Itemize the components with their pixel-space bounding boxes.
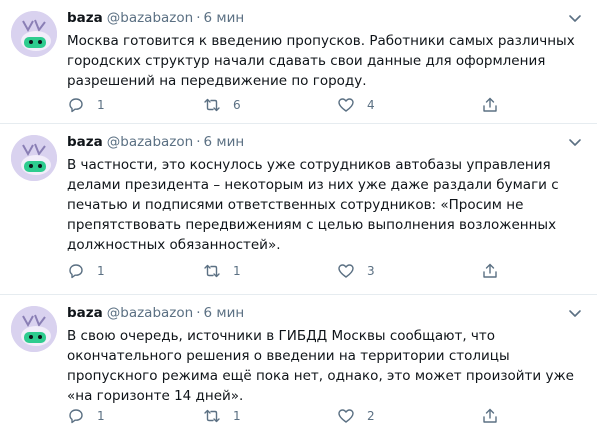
like-icon	[337, 262, 355, 280]
timestamp[interactable]: 6 мин	[204, 10, 245, 26]
reply-button[interactable]: 1	[67, 96, 105, 114]
display-name[interactable]: baza	[67, 10, 103, 26]
like-count: 4	[367, 98, 375, 112]
retweet-count: 1	[233, 409, 241, 423]
reply-icon	[67, 96, 85, 114]
avatar[interactable]	[11, 11, 57, 57]
reply-button[interactable]: 1	[67, 262, 105, 280]
like-button[interactable]: 3	[337, 262, 375, 280]
avatar-image	[11, 135, 57, 181]
retweet-icon	[203, 407, 221, 425]
like-count: 2	[367, 409, 375, 423]
retweet-button[interactable]: 6	[203, 96, 241, 114]
retweet-count: 6	[233, 98, 241, 112]
avatar[interactable]	[11, 306, 57, 352]
tweet[interactable]: baza @bazabazon · 6 мин В свою очередь, ист…	[0, 295, 597, 428]
like-icon	[337, 407, 355, 425]
tweet-feed: baza @bazabazon · 6 мин Москва готовится к …	[0, 0, 597, 428]
tweet-text: В свою очередь, источники в ГИБДД Москвы…	[67, 328, 574, 404]
more-icon[interactable]	[566, 9, 584, 27]
display-name[interactable]: baza	[67, 305, 103, 321]
share-button[interactable]	[481, 96, 499, 114]
reply-icon	[67, 407, 85, 425]
avatar[interactable]	[11, 135, 57, 181]
more-icon[interactable]	[566, 133, 584, 151]
timestamp[interactable]: 6 мин	[204, 134, 245, 150]
tweet-text: В частности, это коснулось уже сотрудник…	[67, 157, 559, 253]
tweet-header: baza @bazabazon · 6 мин	[67, 9, 244, 27]
avatar-image	[11, 11, 57, 57]
display-name[interactable]: baza	[67, 134, 103, 150]
share-icon	[481, 407, 499, 425]
reply-count: 1	[97, 98, 105, 112]
like-button[interactable]: 4	[337, 96, 375, 114]
user-handle[interactable]: @bazabazon	[107, 134, 193, 150]
like-button[interactable]: 2	[337, 407, 375, 425]
tweet[interactable]: baza @bazabazon · 6 мин В частности, это ко…	[0, 124, 597, 294]
separator-dot: ·	[196, 10, 201, 26]
retweet-button[interactable]: 1	[203, 262, 241, 280]
more-icon[interactable]	[566, 304, 584, 322]
reply-button[interactable]: 1	[67, 407, 105, 425]
like-icon	[337, 96, 355, 114]
retweet-icon	[203, 262, 221, 280]
tweet-header: baza @bazabazon · 6 мин	[67, 133, 244, 151]
timestamp[interactable]: 6 мин	[204, 305, 245, 321]
tweet-actions: 1 6 4	[67, 96, 507, 114]
reply-count: 1	[97, 264, 105, 278]
reply-count: 1	[97, 409, 105, 423]
separator-dot: ·	[196, 134, 201, 150]
share-button[interactable]	[481, 262, 499, 280]
retweet-icon	[203, 96, 221, 114]
tweet-header: baza @bazabazon · 6 мин	[67, 304, 244, 322]
retweet-button[interactable]: 1	[203, 407, 241, 425]
separator-dot: ·	[196, 305, 201, 321]
avatar-image	[11, 306, 57, 352]
retweet-count: 1	[233, 264, 241, 278]
tweet[interactable]: baza @bazabazon · 6 мин Москва готовится к …	[0, 0, 597, 123]
like-count: 3	[367, 264, 375, 278]
reply-icon	[67, 262, 85, 280]
tweet-actions: 1 1 3	[67, 262, 507, 280]
user-handle[interactable]: @bazabazon	[107, 305, 193, 321]
tweet-text: Москва готовится к введению пропусков. Р…	[67, 33, 575, 89]
share-icon	[481, 96, 499, 114]
share-button[interactable]	[481, 407, 499, 425]
user-handle[interactable]: @bazabazon	[107, 10, 193, 26]
tweet-actions: 1 1 2	[67, 407, 507, 425]
share-icon	[481, 262, 499, 280]
